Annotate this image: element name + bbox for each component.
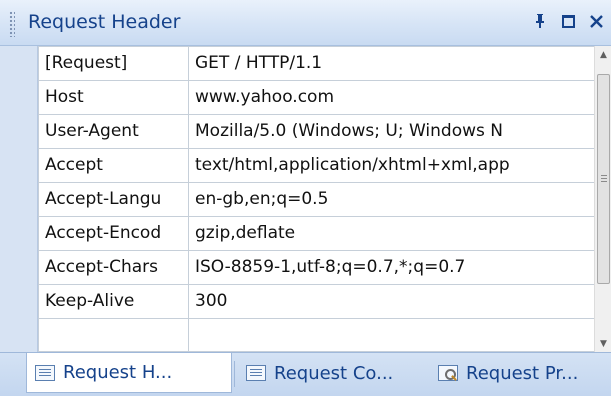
close-button[interactable]	[587, 10, 605, 32]
tab-label: Request H...	[63, 362, 173, 383]
table-row[interactable]: [Request] GET / HTTP/1.1	[38, 46, 595, 81]
panel-title: Request Header	[28, 11, 181, 33]
maximize-icon	[561, 14, 575, 28]
header-name-cell[interactable]: User-Agent	[38, 114, 189, 149]
header-name-cell[interactable]: Host	[38, 80, 189, 115]
bottom-tab-strip: Request H... Request Co... Request Pr...	[0, 352, 611, 396]
header-name-cell[interactable]: Accept-Chars	[38, 250, 189, 285]
table-row[interactable]: Keep-Alive 300	[38, 284, 595, 319]
maximize-button[interactable]	[559, 10, 577, 32]
header-value-cell[interactable]: ISO-8859-1,utf-8;q=0.7,*;q=0.7	[188, 250, 595, 285]
scroll-up-button[interactable]: ▲	[595, 46, 611, 63]
header-value-cell[interactable]: text/html,application/xhtml+xml,app	[188, 148, 595, 183]
vertical-scrollbar[interactable]: ▲ ▼	[594, 46, 611, 352]
header-grid: [Request] GET / HTTP/1.1 Host www.yahoo.com…	[0, 46, 611, 352]
table-row[interactable]: User-Agent Mozilla/5.0 (Windows; U; Windo…	[38, 114, 595, 149]
scroll-down-button[interactable]: ▼	[595, 335, 611, 352]
header-value-cell[interactable]: en-gb,en;q=0.5	[188, 182, 595, 217]
tab-request-cookies[interactable]: Request Co...	[238, 353, 424, 393]
table-row[interactable]: Host www.yahoo.com	[38, 80, 595, 115]
title-buttons	[531, 10, 605, 32]
header-name-cell[interactable]: Keep-Alive	[38, 284, 189, 319]
tab-request-parameters[interactable]: Request Pr...	[430, 353, 610, 393]
table-row[interactable]: Accept-Langu en-gb,en;q=0.5	[38, 182, 595, 217]
row-header-column	[0, 46, 38, 352]
table-row[interactable]: Accept-Chars ISO-8859-1,utf-8;q=0.7,*;q=0…	[38, 250, 595, 285]
panel-title-bar[interactable]: Request Header	[0, 0, 611, 46]
request-header-panel: Request Header [Request] GET / HTTP/1.1 Ho…	[0, 0, 611, 396]
tab-separator	[234, 361, 235, 387]
tab-request-header[interactable]: Request H...	[26, 353, 232, 393]
tab-label: Request Pr...	[466, 362, 579, 384]
header-value-cell[interactable]: GET / HTTP/1.1	[188, 46, 595, 81]
header-value-cell[interactable]: 300	[188, 284, 595, 319]
header-name-cell[interactable]: Accept-Langu	[38, 182, 189, 217]
table-row[interactable]: Accept-Encod gzip,deflate	[38, 216, 595, 251]
thumb-grip-icon	[601, 175, 607, 182]
table-row[interactable]	[38, 318, 595, 352]
header-table: [Request] GET / HTTP/1.1 Host www.yahoo.com…	[38, 46, 595, 352]
header-value-cell[interactable]: Mozilla/5.0 (Windows; U; Windows N	[188, 114, 595, 149]
pin-icon	[536, 14, 544, 28]
pin-button[interactable]	[531, 10, 549, 32]
close-icon	[589, 14, 603, 28]
scroll-up-arrow-icon: ▲	[600, 49, 607, 60]
header-name-cell[interactable]: [Request]	[38, 46, 189, 81]
scroll-thumb[interactable]	[597, 74, 610, 284]
header-name-cell[interactable]: Accept	[38, 148, 189, 183]
header-value-cell[interactable]	[188, 318, 595, 352]
sheet-icon	[35, 364, 55, 381]
scroll-down-arrow-icon: ▼	[600, 338, 607, 349]
drag-grip-icon[interactable]	[9, 11, 15, 37]
magnifier-icon	[438, 365, 458, 381]
header-value-cell[interactable]: gzip,deflate	[188, 216, 595, 251]
header-name-cell[interactable]	[38, 318, 189, 352]
header-name-cell[interactable]: Accept-Encod	[38, 216, 189, 251]
tab-label: Request Co...	[274, 362, 394, 384]
header-value-cell[interactable]: www.yahoo.com	[188, 80, 595, 115]
sheet-icon	[246, 365, 266, 381]
table-row[interactable]: Accept text/html,application/xhtml+xml,ap…	[38, 148, 595, 183]
